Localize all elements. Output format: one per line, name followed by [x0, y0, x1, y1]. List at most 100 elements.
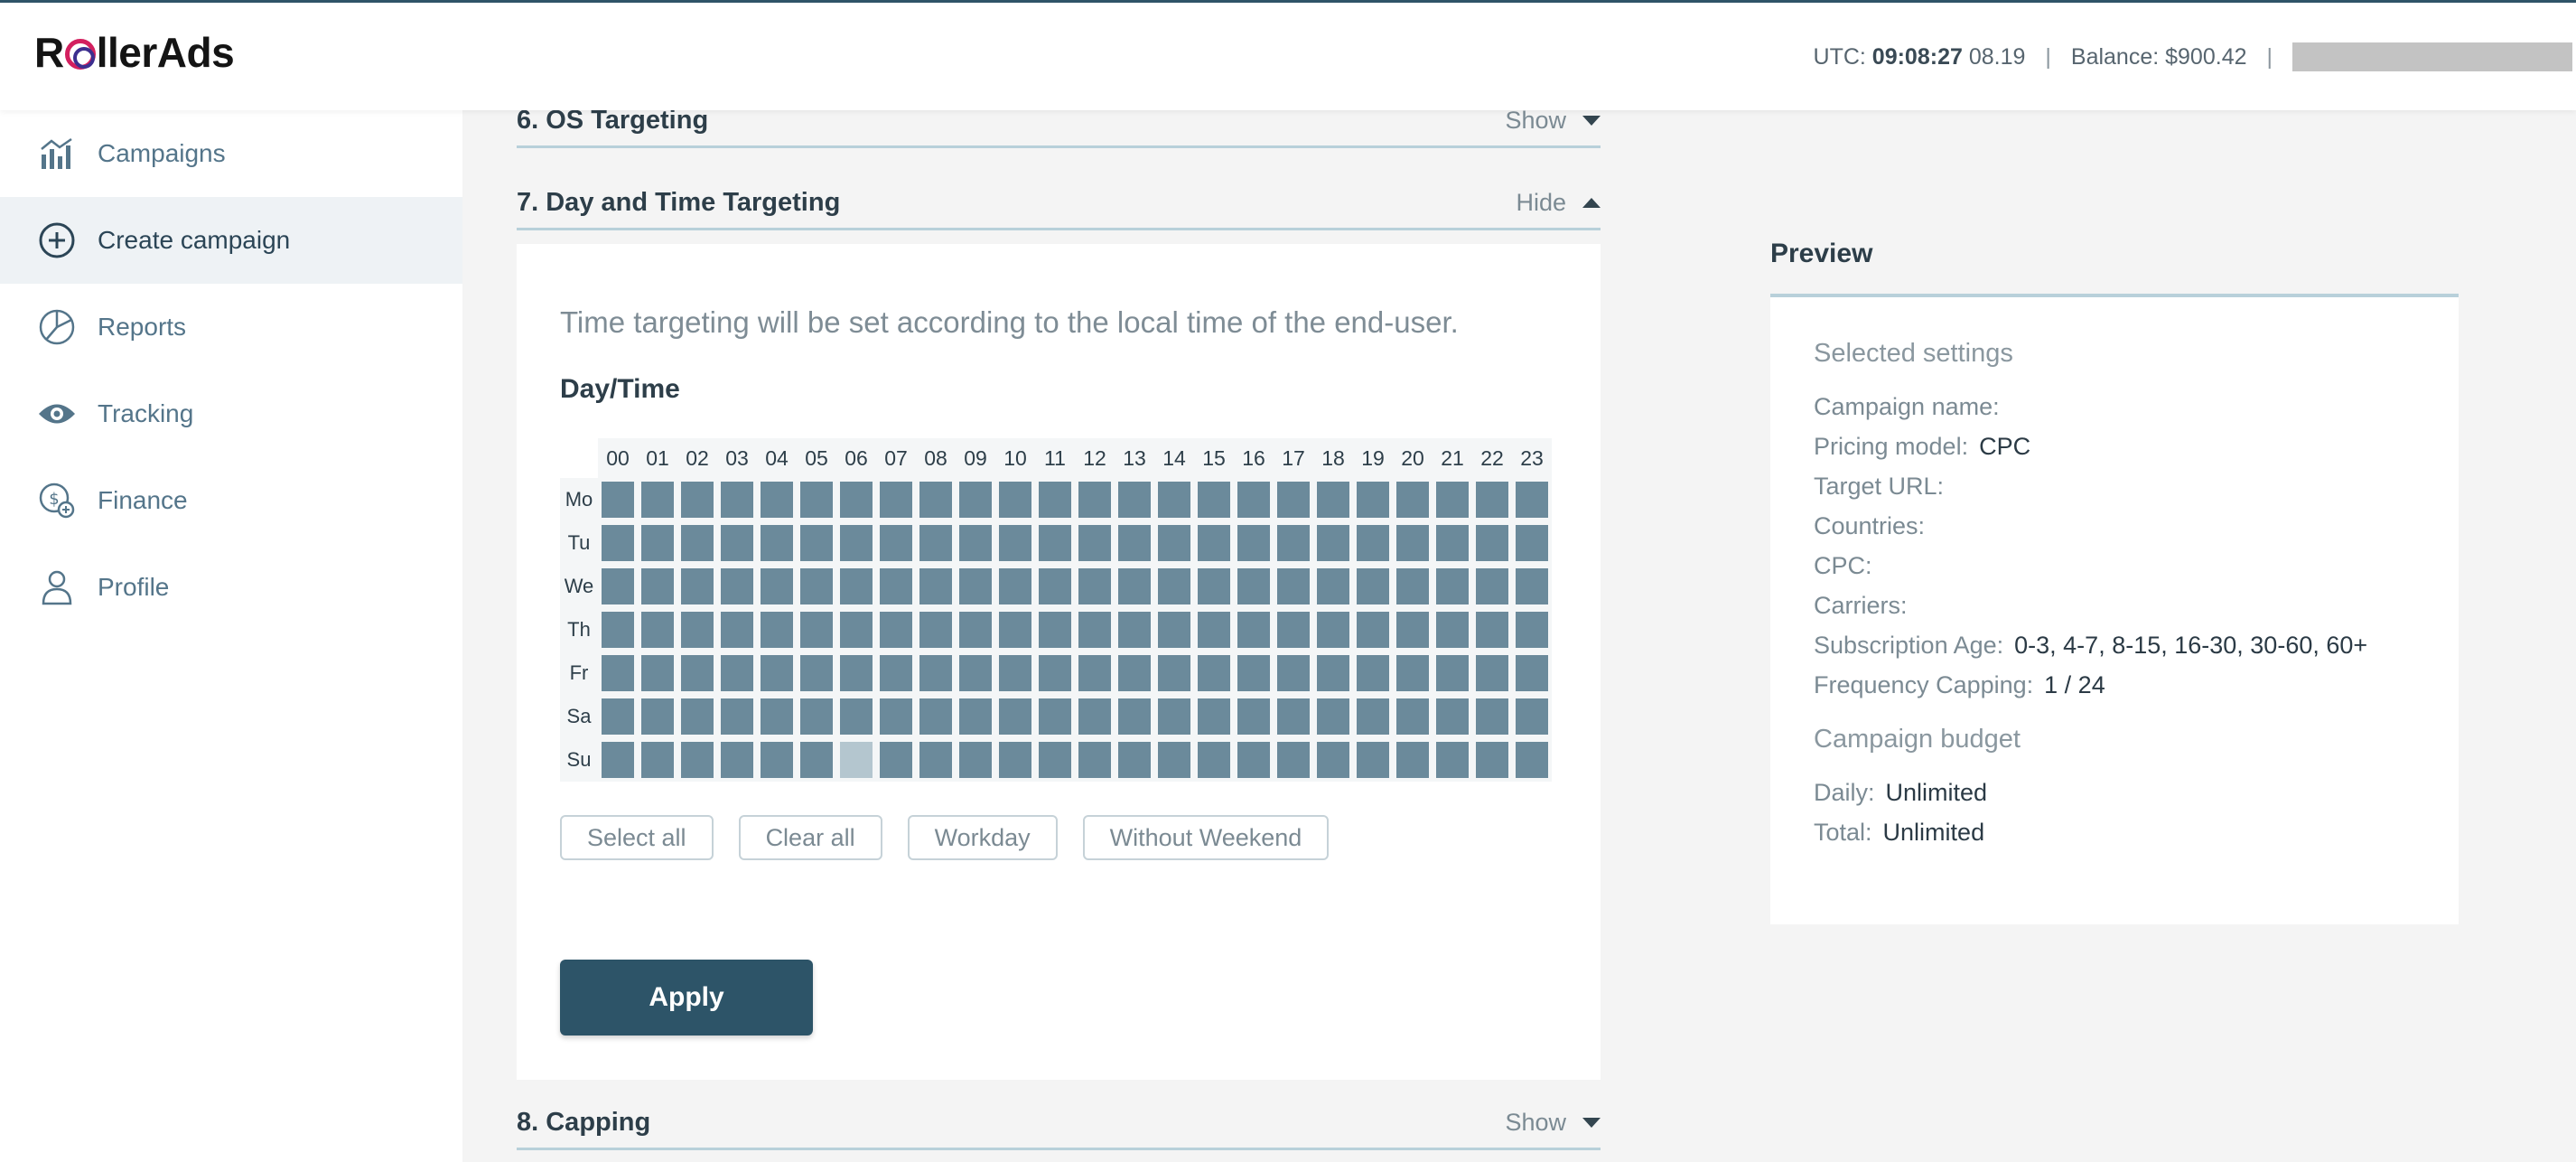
time-slot-cell[interactable] — [1194, 565, 1234, 608]
hour-label[interactable]: 19 — [1353, 438, 1393, 478]
workday-button[interactable]: Workday — [907, 815, 1058, 860]
time-slot-cell[interactable] — [757, 608, 797, 651]
time-slot-cell[interactable] — [1194, 608, 1234, 651]
time-slot-cell[interactable] — [956, 478, 995, 521]
time-slot-cell[interactable] — [956, 651, 995, 695]
time-slot-cell[interactable] — [677, 608, 717, 651]
time-slot-cell[interactable] — [1393, 478, 1433, 521]
time-slot-cell[interactable] — [1234, 478, 1274, 521]
time-slot-cell[interactable] — [1274, 695, 1313, 738]
time-slot-cell[interactable] — [1234, 565, 1274, 608]
select-all-button[interactable]: Select all — [560, 815, 714, 860]
time-slot-cell[interactable] — [1035, 565, 1075, 608]
time-slot-cell[interactable] — [1075, 608, 1115, 651]
time-slot-cell[interactable] — [1512, 565, 1552, 608]
hour-label[interactable]: 22 — [1472, 438, 1512, 478]
time-slot-cell[interactable] — [1035, 478, 1075, 521]
time-slot-cell[interactable] — [598, 608, 638, 651]
time-slot-cell[interactable] — [1274, 738, 1313, 782]
time-slot-cell[interactable] — [956, 695, 995, 738]
time-slot-cell[interactable] — [1393, 521, 1433, 565]
day-label[interactable]: Fr — [560, 651, 598, 695]
hour-label[interactable]: 14 — [1154, 438, 1194, 478]
time-slot-cell[interactable] — [1194, 651, 1234, 695]
time-slot-cell[interactable] — [1035, 651, 1075, 695]
time-slot-cell[interactable] — [598, 565, 638, 608]
time-slot-cell[interactable] — [797, 521, 836, 565]
time-slot-cell[interactable] — [1353, 738, 1393, 782]
time-slot-cell[interactable] — [1035, 695, 1075, 738]
time-slot-cell[interactable] — [1035, 738, 1075, 782]
time-slot-cell[interactable] — [1472, 521, 1512, 565]
time-slot-cell[interactable] — [995, 651, 1035, 695]
time-slot-cell[interactable] — [1313, 738, 1353, 782]
time-slot-cell[interactable] — [876, 565, 916, 608]
time-slot-cell[interactable] — [598, 651, 638, 695]
day-label[interactable]: Th — [560, 608, 598, 651]
time-slot-cell[interactable] — [1075, 478, 1115, 521]
time-slot-cell[interactable] — [1154, 608, 1194, 651]
time-slot-cell[interactable] — [1353, 478, 1393, 521]
time-slot-cell[interactable] — [1353, 608, 1393, 651]
time-slot-cell[interactable] — [1154, 521, 1194, 565]
time-slot-cell[interactable] — [717, 478, 757, 521]
time-slot-cell[interactable] — [1115, 565, 1154, 608]
time-slot-cell[interactable] — [677, 651, 717, 695]
time-slot-cell[interactable] — [677, 695, 717, 738]
time-slot-cell[interactable] — [1154, 651, 1194, 695]
time-slot-cell[interactable] — [1274, 651, 1313, 695]
time-slot-cell[interactable] — [1393, 565, 1433, 608]
clear-all-button[interactable]: Clear all — [738, 815, 882, 860]
time-slot-cell[interactable] — [1393, 608, 1433, 651]
time-slot-cell[interactable] — [1433, 478, 1472, 521]
time-slot-cell[interactable] — [638, 738, 677, 782]
time-slot-cell[interactable] — [1194, 738, 1234, 782]
hour-label[interactable]: 03 — [717, 438, 757, 478]
time-slot-cell[interactable] — [638, 651, 677, 695]
sidebar-item-create-campaign[interactable]: Create campaign — [0, 197, 462, 284]
time-slot-cell[interactable] — [1154, 695, 1194, 738]
time-slot-cell[interactable] — [1512, 521, 1552, 565]
time-slot-cell[interactable] — [836, 695, 876, 738]
time-slot-cell[interactable] — [995, 521, 1035, 565]
time-slot-cell[interactable] — [1313, 651, 1353, 695]
time-slot-cell[interactable] — [1115, 651, 1154, 695]
hour-label[interactable]: 12 — [1075, 438, 1115, 478]
time-slot-cell[interactable] — [916, 738, 956, 782]
time-slot-cell[interactable] — [836, 738, 876, 782]
time-slot-cell[interactable] — [956, 608, 995, 651]
time-slot-cell[interactable] — [1234, 651, 1274, 695]
time-slot-cell[interactable] — [1075, 521, 1115, 565]
time-slot-cell[interactable] — [1353, 565, 1393, 608]
time-slot-cell[interactable] — [956, 738, 995, 782]
time-slot-cell[interactable] — [797, 651, 836, 695]
time-slot-cell[interactable] — [1075, 695, 1115, 738]
time-slot-cell[interactable] — [797, 608, 836, 651]
time-slot-cell[interactable] — [797, 565, 836, 608]
time-slot-cell[interactable] — [1393, 738, 1433, 782]
time-slot-cell[interactable] — [1115, 478, 1154, 521]
time-slot-cell[interactable] — [638, 608, 677, 651]
hour-label[interactable]: 16 — [1234, 438, 1274, 478]
time-slot-cell[interactable] — [916, 651, 956, 695]
hour-label[interactable]: 07 — [876, 438, 916, 478]
time-slot-cell[interactable] — [1194, 521, 1234, 565]
time-slot-cell[interactable] — [1313, 608, 1353, 651]
time-slot-cell[interactable] — [757, 478, 797, 521]
time-slot-cell[interactable] — [1353, 695, 1393, 738]
time-slot-cell[interactable] — [757, 521, 797, 565]
time-slot-cell[interactable] — [638, 565, 677, 608]
time-slot-cell[interactable] — [1353, 651, 1393, 695]
time-slot-cell[interactable] — [1274, 521, 1313, 565]
time-slot-cell[interactable] — [598, 738, 638, 782]
time-slot-cell[interactable] — [876, 521, 916, 565]
time-slot-cell[interactable] — [876, 608, 916, 651]
sidebar-item-tracking[interactable]: Tracking — [0, 370, 462, 457]
time-slot-cell[interactable] — [797, 478, 836, 521]
time-slot-cell[interactable] — [1234, 608, 1274, 651]
day-label[interactable]: We — [560, 565, 598, 608]
time-slot-cell[interactable] — [1512, 478, 1552, 521]
time-slot-cell[interactable] — [1234, 738, 1274, 782]
time-slot-cell[interactable] — [1512, 738, 1552, 782]
time-slot-cell[interactable] — [1353, 521, 1393, 565]
